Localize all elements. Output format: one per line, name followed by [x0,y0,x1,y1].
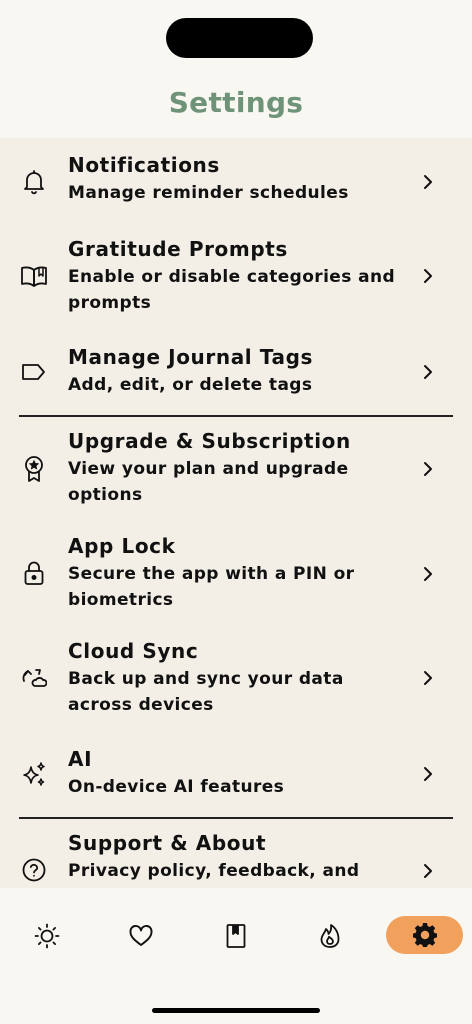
settings-item-upgrade-subscription[interactable]: Upgrade & Subscription View your plan an… [0,428,472,518]
chevron-right-icon [420,863,436,879]
settings-item-title: App Lock [68,534,176,558]
gear-icon [412,922,438,948]
sync-icon [20,664,48,692]
settings-item-support-about[interactable]: Support & About Privacy policy, feedback… [0,830,472,888]
settings-item-title: Notifications [68,153,220,177]
chevron-right-icon [420,670,436,686]
settings-item-cloud-sync[interactable]: Cloud Sync Back up and sync your data ac… [0,638,472,728]
settings-item-manage-journal-tags[interactable]: Manage Journal Tags Add, edit, or delete… [0,344,472,408]
bookmark-book-icon [225,923,247,949]
settings-list: Notifications Manage reminder schedules … [0,138,472,888]
settings-item-title: Upgrade & Subscription [68,429,351,453]
chevron-right-icon [420,566,436,582]
chevron-right-icon [420,766,436,782]
settings-item-app-lock[interactable]: App Lock Secure the app with a PIN or bi… [0,533,472,623]
settings-item-title: Gratitude Prompts [68,237,288,261]
tab-bar [0,888,472,1024]
settings-item-subtitle: Privacy policy, feedback, and [68,861,360,881]
tab-journal[interactable] [216,916,256,956]
award-badge-icon [20,455,48,483]
settings-item-subtitle: View your plan and upgrade options [68,459,349,505]
tab-settings[interactable] [386,916,463,954]
chevron-right-icon [420,268,436,284]
page-title: Settings [168,86,304,119]
home-indicator [152,1008,320,1013]
settings-item-ai[interactable]: AI On-device AI features [0,746,472,810]
bell-icon [20,168,48,196]
settings-item-gratitude-prompts[interactable]: Gratitude Prompts Enable or disable cate… [0,236,472,326]
chevron-right-icon [420,461,436,477]
section-divider [19,415,453,417]
settings-item-title: AI [68,747,93,771]
open-book-icon [20,262,48,290]
settings-item-subtitle: Manage reminder schedules [68,183,349,203]
tag-icon [20,358,48,386]
heart-icon [128,924,154,948]
sun-icon [33,922,61,950]
sparkles-icon [20,760,48,788]
settings-item-subtitle: Secure the app with a PIN or biometrics [68,564,355,610]
flame-icon [318,923,342,949]
question-circle-icon [20,856,48,884]
section-divider [19,817,453,819]
dynamic-island [166,18,313,58]
settings-item-subtitle: Add, edit, or delete tags [68,375,313,395]
settings-item-notifications[interactable]: Notifications Manage reminder schedules [0,152,472,216]
settings-item-subtitle: On-device AI features [68,777,285,797]
settings-item-subtitle: Enable or disable categories and prompts [68,267,396,313]
chevron-right-icon [420,364,436,380]
tab-streak[interactable] [310,916,350,956]
settings-item-title: Support & About [68,831,267,855]
settings-item-title: Cloud Sync [68,639,199,663]
settings-item-subtitle: Back up and sync your data across device… [68,669,344,715]
tab-favorites[interactable] [121,916,161,956]
lock-icon [20,559,48,587]
settings-item-title: Manage Journal Tags [68,345,313,369]
tab-today[interactable] [27,916,67,956]
chevron-right-icon [420,174,436,190]
